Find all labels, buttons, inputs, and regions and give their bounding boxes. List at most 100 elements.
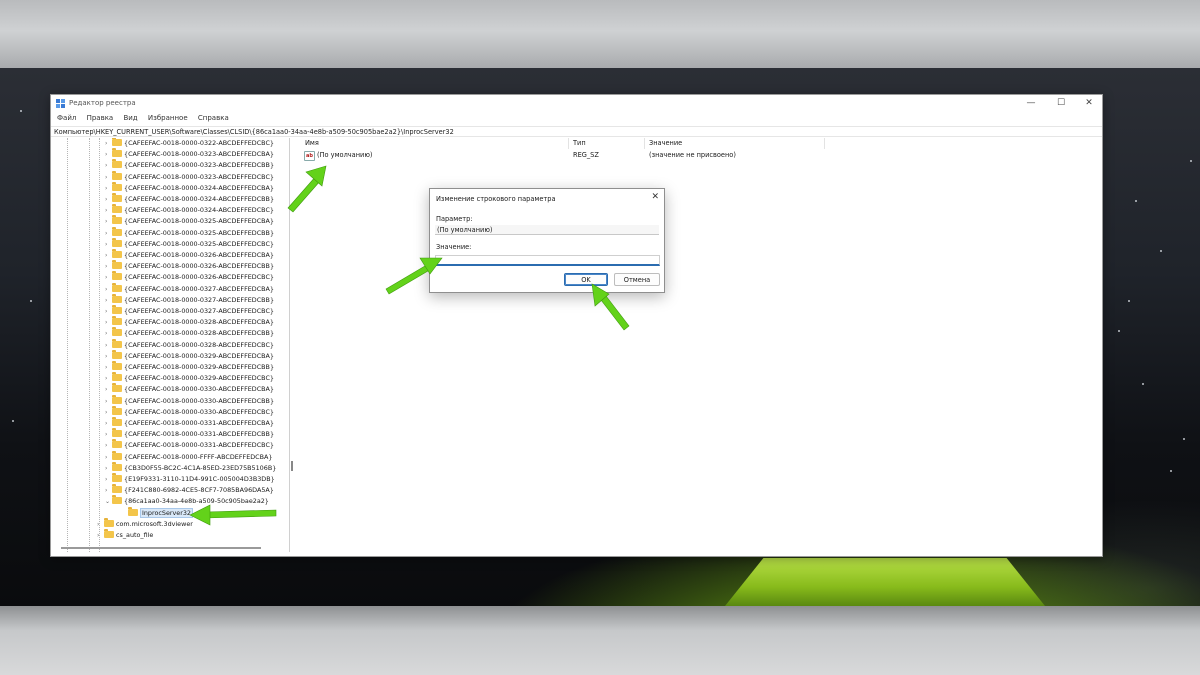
collapse-chevron-icon[interactable]: ⌄ — [105, 496, 112, 507]
expand-chevron-icon[interactable]: › — [105, 474, 112, 485]
tree-item[interactable]: › {CAFEEFAC-0018-0000-0328-ABCDEFFEDCBB} — [105, 327, 274, 339]
tree-item[interactable]: › {CB3D0F55-BC2C-4C1A-85ED-23ED75B5106B} — [105, 461, 276, 474]
tree-item-label: {CAFEEFAC-0018-0000-0326-ABCDEFFEDCBA} — [124, 251, 274, 259]
expand-chevron-icon[interactable]: › — [105, 239, 112, 250]
expand-chevron-icon[interactable]: › — [105, 418, 112, 429]
maximize-button[interactable]: ☐ — [1047, 96, 1075, 110]
expand-chevron-icon[interactable]: › — [105, 317, 112, 328]
value-row-name[interactable]: ab (По умолчанию) — [304, 150, 372, 161]
expand-chevron-icon[interactable]: › — [105, 407, 112, 418]
tree-item[interactable]: ⌄ {86ca1aa0-34aa-4e8b-a509-50c905bae2a2} — [105, 495, 269, 507]
registry-tree[interactable]: › {CAFEEFAC-0018-0000-0322-ABCDEFFEDCBC} ›… — [51, 138, 290, 552]
menu-favorites[interactable]: Избранное — [146, 112, 190, 124]
expand-chevron-icon[interactable]: › — [105, 250, 112, 261]
expand-chevron-icon[interactable]: › — [105, 328, 112, 339]
value-data-input[interactable] — [435, 255, 660, 266]
tree-item[interactable]: › {CAFEEFAC-0018-0000-0331-ABCDEFFEDCBA} — [105, 417, 274, 429]
tree-item-selected[interactable]: InprocServer32 — [121, 506, 193, 519]
tree-item[interactable]: › {CAFEEFAC-0018-0000-0331-ABCDEFFEDCBB} — [105, 428, 274, 440]
tree-item[interactable]: › {CAFEEFAC-0018-0000-0330-ABCDEFFEDCBB} — [105, 394, 274, 407]
expand-chevron-icon[interactable]: › — [105, 340, 112, 351]
tree-item[interactable]: › {CAFEEFAC-0018-0000-0325-ABCDEFFEDCBA} — [105, 215, 274, 227]
expand-chevron-icon[interactable]: › — [97, 530, 104, 541]
expand-chevron-icon[interactable]: › — [105, 306, 112, 317]
tree-item[interactable]: › {CAFEEFAC-0018-0000-0326-ABCDEFFEDCBA} — [105, 249, 274, 261]
expand-chevron-icon[interactable]: › — [105, 194, 112, 205]
tree-item[interactable]: › {CAFEEFAC-0018-0000-0329-ABCDEFFEDCBC} — [105, 372, 274, 384]
expand-chevron-icon[interactable]: › — [105, 138, 112, 149]
folder-icon — [104, 517, 114, 527]
tree-item[interactable]: › {CAFEEFAC-0018-0000-0328-ABCDEFFEDCBC} — [105, 338, 274, 351]
expand-chevron-icon[interactable]: › — [105, 351, 112, 362]
tree-item[interactable]: › {CAFEEFAC-0018-0000-0330-ABCDEFFEDCBA} — [105, 383, 274, 395]
menu-file[interactable]: Файл — [55, 112, 78, 124]
tree-item[interactable]: › {CAFEEFAC-0018-0000-0322-ABCDEFFEDCBC} — [105, 138, 274, 149]
expand-chevron-icon[interactable]: › — [105, 396, 112, 407]
expand-chevron-icon[interactable]: › — [105, 295, 112, 306]
column-header-value[interactable]: Значение — [645, 138, 825, 149]
expand-chevron-icon[interactable]: › — [105, 261, 112, 272]
expand-chevron-icon[interactable]: › — [105, 183, 112, 194]
tree-item[interactable]: › {CAFEEFAC-0018-0000-0330-ABCDEFFEDCBC} — [105, 405, 274, 418]
tree-item[interactable]: › {CAFEEFAC-0018-0000-0324-ABCDEFFEDCBB} — [105, 193, 274, 205]
expand-chevron-icon[interactable]: › — [105, 160, 112, 171]
folder-icon — [112, 484, 122, 494]
minimize-button[interactable]: — — [1017, 96, 1045, 110]
tree-item[interactable]: › {CAFEEFAC-0018-0000-0327-ABCDEFFEDCBB} — [105, 293, 274, 306]
tree-item[interactable] — [97, 541, 104, 552]
tree-item[interactable]: › {CAFEEFAC-0018-0000-0324-ABCDEFFEDCBC} — [105, 204, 274, 216]
tree-item-label: {CAFEEFAC-0018-0000-FFFF-ABCDEFFEDCBA} — [124, 452, 273, 461]
dialog-close-button[interactable]: ✕ — [651, 192, 659, 202]
expand-chevron-icon[interactable]: › — [105, 463, 112, 474]
tree-item[interactable]: › {CAFEEFAC-0018-0000-0327-ABCDEFFEDCBA} — [105, 282, 274, 295]
cancel-button[interactable]: Отмена — [614, 273, 660, 286]
tree-item[interactable]: › {CAFEEFAC-0018-0000-0323-ABCDEFFEDCBA} — [105, 148, 274, 160]
expand-chevron-icon[interactable]: › — [105, 429, 112, 440]
tree-item[interactable]: › {CAFEEFAC-0018-0000-0326-ABCDEFFEDCBB} — [105, 260, 274, 272]
tree-item[interactable]: › {CAFEEFAC-0018-0000-0329-ABCDEFFEDCBB} — [105, 361, 274, 373]
menu-edit[interactable]: Правка — [85, 112, 116, 124]
expand-chevron-icon[interactable]: › — [105, 272, 112, 283]
tree-item[interactable]: › com.microsoft.3dviewer — [97, 517, 193, 530]
expand-chevron-icon[interactable]: › — [105, 216, 112, 227]
tree-item[interactable]: › {CAFEEFAC-0018-0000-0331-ABCDEFFEDCBC} — [105, 439, 274, 451]
menu-view[interactable]: Вид — [121, 112, 139, 124]
expand-chevron-icon[interactable]: › — [105, 228, 112, 239]
expand-chevron-icon[interactable]: › — [105, 362, 112, 373]
tree-item[interactable]: › {CAFEEFAC-0018-0000-0323-ABCDEFFEDCBB} — [105, 159, 274, 171]
expand-chevron-icon[interactable]: › — [105, 284, 112, 295]
tree-item[interactable]: › {CAFEEFAC-0018-0000-0329-ABCDEFFEDCBA} — [105, 349, 274, 362]
folder-icon — [112, 181, 122, 191]
expand-chevron-icon[interactable]: › — [105, 440, 112, 451]
close-button[interactable]: ✕ — [1075, 96, 1103, 110]
expand-chevron-icon[interactable]: › — [97, 519, 104, 530]
expand-chevron-icon[interactable]: › — [105, 452, 112, 463]
expand-chevron-icon[interactable]: › — [105, 205, 112, 216]
address-bar[interactable]: Компьютер\HKEY_CURRENT_USER\Software\Cla… — [51, 126, 1102, 137]
ok-button[interactable]: OK — [564, 273, 608, 286]
column-header-type[interactable]: Тип — [569, 138, 645, 149]
expand-chevron-icon[interactable]: › — [105, 373, 112, 384]
expand-chevron-icon[interactable]: › — [105, 384, 112, 395]
expand-chevron-icon[interactable]: › — [105, 149, 112, 160]
folder-icon — [112, 249, 122, 258]
tree-item[interactable]: › {CAFEEFAC-0018-0000-0323-ABCDEFFEDCBC} — [105, 170, 274, 183]
tree-item[interactable]: › {CAFEEFAC-0018-0000-FFFF-ABCDEFFEDCBA} — [105, 450, 273, 463]
column-header-name[interactable]: Имя — [301, 138, 569, 149]
tree-item[interactable]: › {CAFEEFAC-0018-0000-0327-ABCDEFFEDCBC} — [105, 305, 274, 317]
tree-item[interactable]: › {CAFEEFAC-0018-0000-0325-ABCDEFFEDCBC} — [105, 237, 274, 250]
tree-item[interactable]: › {CAFEEFAC-0018-0000-0328-ABCDEFFEDCBA} — [105, 316, 274, 328]
tree-horizontal-scrollbar[interactable] — [61, 547, 261, 549]
menu-help[interactable]: Справка — [196, 112, 231, 124]
tree-item[interactable]: › {E19F9331-3110-11D4-991C-005004D3B3DB} — [105, 473, 275, 485]
tree-item[interactable]: › {CAFEEFAC-0018-0000-0324-ABCDEFFEDCBA} — [105, 181, 274, 194]
expand-chevron-icon[interactable]: › — [105, 485, 112, 496]
folder-icon — [112, 361, 122, 370]
tree-item[interactable]: › {CAFEEFAC-0018-0000-0325-ABCDEFFEDCBB} — [105, 226, 274, 239]
expand-chevron-icon[interactable]: › — [105, 172, 112, 183]
tree-item[interactable]: › cs_auto_file — [97, 529, 153, 541]
tree-item[interactable]: › {CAFEEFAC-0018-0000-0326-ABCDEFFEDCBC} — [105, 271, 274, 283]
pane-splitter-handle[interactable] — [291, 461, 293, 471]
tree-item[interactable]: › {F241C880-6982-4CE5-8CF7-7085BA96DA5A} — [105, 484, 274, 496]
title-bar[interactable]: Редактор реестра — ☐ ✕ — [51, 95, 1102, 112]
